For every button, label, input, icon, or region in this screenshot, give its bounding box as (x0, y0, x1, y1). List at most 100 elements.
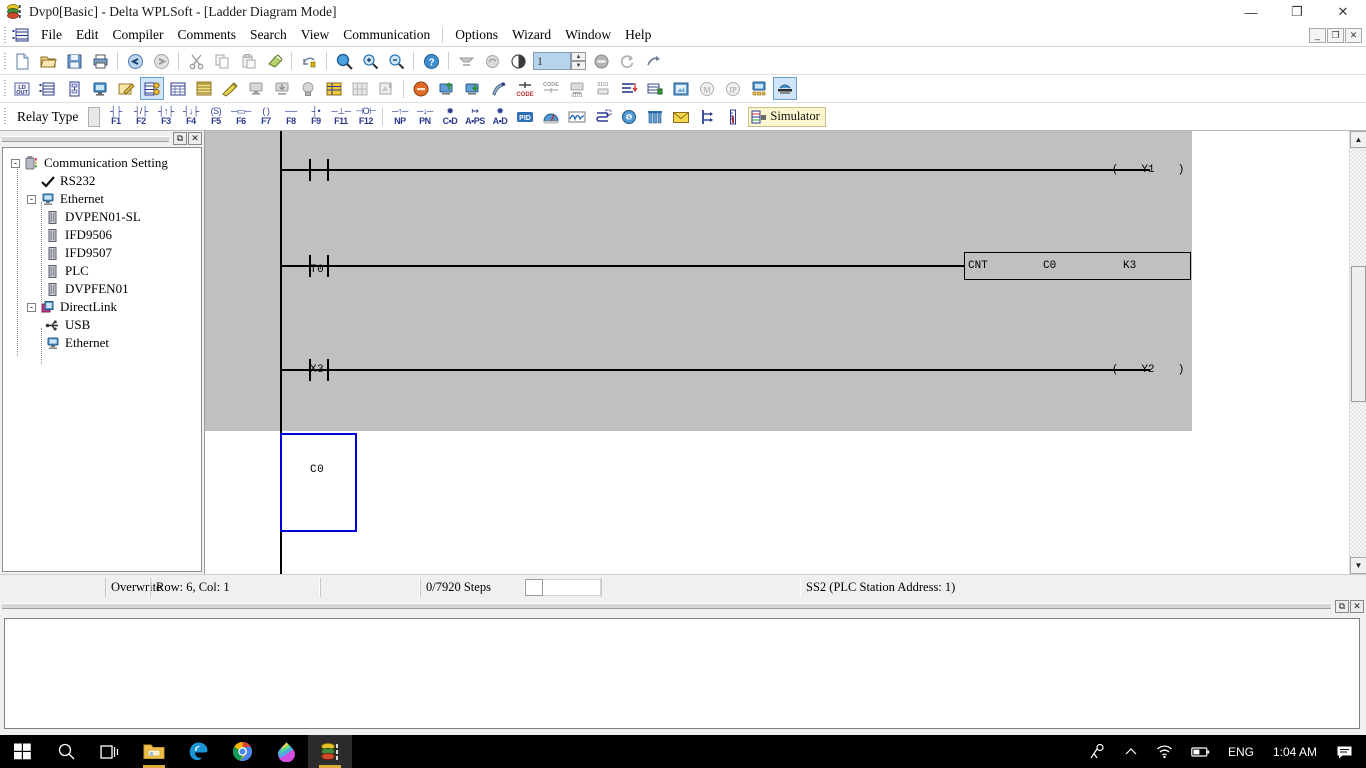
thermometer-icon[interactable] (721, 105, 745, 128)
menu-file[interactable]: File (34, 25, 69, 45)
menu-comments[interactable]: Comments (171, 25, 244, 45)
fkey-f2-nc-contact[interactable]: ┤/├ F2 (129, 105, 152, 129)
io-config-icon[interactable]: 0101 (591, 77, 615, 100)
plc-download-icon[interactable] (270, 77, 294, 100)
menu-drag-grip[interactable] (2, 27, 9, 44)
satellite-icon[interactable] (487, 77, 511, 100)
cut-icon[interactable] (184, 50, 208, 73)
stop-plc-icon[interactable] (435, 77, 459, 100)
tree-node-plc[interactable]: PLC (11, 262, 201, 280)
fkey-f3-rising-edge[interactable]: ┤↑├ F3 (154, 105, 177, 129)
code-compare-icon[interactable]: CODE (539, 77, 563, 100)
ip-setting-icon[interactable]: IP (721, 77, 745, 100)
wplsoft-button[interactable] (308, 735, 352, 768)
left-panel-close-button[interactable]: ✕ (188, 132, 202, 145)
toolbar1-drag-grip[interactable] (2, 53, 9, 70)
sequence-icon[interactable] (591, 105, 615, 128)
tree-expander-icon[interactable]: - (11, 159, 20, 168)
interrupt-icon[interactable] (695, 105, 719, 128)
paste-icon[interactable] (236, 50, 260, 73)
tree-node-dvpfen01[interactable]: DVPFEN01 (11, 280, 201, 298)
fkey-f7-output-coil[interactable]: ( ) F7 (254, 105, 277, 129)
menu-edit[interactable]: Edit (69, 25, 106, 45)
undo-icon[interactable] (123, 50, 147, 73)
output-coil-y1[interactable]: ( Y1 ) (1110, 159, 1186, 181)
stop-record-icon[interactable] (589, 50, 613, 73)
redo-curve-icon[interactable] (641, 50, 665, 73)
language-indicator[interactable]: ENG (1219, 735, 1263, 768)
window-maximize-button[interactable]: ❐ (1274, 0, 1320, 24)
step-run-icon[interactable] (617, 77, 641, 100)
left-panel-drag-grip[interactable] (2, 136, 169, 142)
tree-node-directlink-ethernet[interactable]: Ethernet (11, 334, 201, 352)
fkey-f1-no-contact[interactable]: ┤├ F1 (104, 105, 127, 129)
instruction-list-icon[interactable] (36, 77, 60, 100)
op-pn-falling[interactable]: ─↓─ PN (413, 105, 436, 129)
simulator-button[interactable]: Simulator (748, 107, 825, 127)
image-monitor-icon[interactable] (669, 77, 693, 100)
left-panel-pin-button[interactable]: ⧉ (173, 132, 187, 145)
sfc-icon[interactable] (62, 77, 86, 100)
output-panel-content[interactable] (4, 618, 1360, 729)
menu-view[interactable]: View (294, 25, 336, 45)
zoom-level-input[interactable]: 1 (533, 52, 571, 70)
target-icon[interactable]: S (617, 105, 641, 128)
ladder-vertical-scrollbar[interactable]: ▲ ▼ (1349, 131, 1366, 574)
new-file-icon[interactable] (10, 50, 34, 73)
edge-button[interactable] (176, 735, 220, 768)
plc-transfer-icon[interactable] (244, 77, 268, 100)
op-aps[interactable]: ↦ A•PS (463, 105, 486, 129)
op-ad[interactable]: ✹ A•D (488, 105, 511, 129)
no-contact-x3[interactable] (306, 255, 332, 277)
mdi-restore-button[interactable]: ❐ (1327, 28, 1344, 43)
mdi-close-button[interactable]: ✕ (1345, 28, 1362, 43)
print-preview-icon[interactable] (374, 77, 398, 100)
scroll-down-button[interactable]: ▼ (1350, 557, 1366, 574)
fkey-f11-delete-line[interactable]: ─⊥─ F11 (329, 105, 352, 129)
refresh-icon[interactable] (615, 50, 639, 73)
device-comment-icon[interactable] (322, 77, 346, 100)
monitor-icon[interactable] (88, 77, 112, 100)
ladder-edit-cursor[interactable] (280, 433, 357, 532)
comm-setting-icon[interactable] (140, 77, 164, 100)
paint3d-button[interactable] (264, 735, 308, 768)
data-download-icon[interactable]: 0101 (565, 77, 589, 100)
register-table-icon[interactable] (192, 77, 216, 100)
redo-icon[interactable] (149, 50, 173, 73)
scroll-up-button[interactable]: ▲ (1350, 131, 1366, 148)
menu-options[interactable]: Options (448, 25, 505, 45)
window-close-button[interactable]: ✕ (1320, 0, 1366, 24)
code-write-icon[interactable]: CODE (513, 77, 537, 100)
ladder-collapse-icon[interactable] (454, 50, 478, 73)
run-plc-icon[interactable] (409, 77, 433, 100)
menu-window[interactable]: Window (558, 25, 618, 45)
menu-search[interactable]: Search (243, 25, 294, 45)
no-contact-c0[interactable] (306, 359, 332, 381)
eraser-icon[interactable] (262, 50, 286, 73)
upload-pc-icon[interactable] (773, 77, 797, 100)
fkey-f12-invert[interactable]: ⊣O⊢ F12 (354, 105, 377, 129)
tree-expander-icon[interactable]: - (27, 195, 36, 204)
pid-icon[interactable]: PID (513, 105, 537, 128)
relay-type-dropdown[interactable] (88, 107, 100, 127)
op-cd[interactable]: ✹ C•D (438, 105, 461, 129)
tree-node-ifd9507[interactable]: IFD9507 (11, 244, 201, 262)
gauge-icon[interactable] (539, 105, 563, 128)
zoom-icon[interactable] (332, 50, 356, 73)
network-pc-icon[interactable] (747, 77, 771, 100)
instruction-block-cnt[interactable]: CNT C0 K3 (964, 252, 1191, 280)
zoom-level-stepper[interactable]: 1 ▲ ▼ (533, 52, 586, 70)
scroll-thumb[interactable] (1351, 266, 1366, 402)
help-icon[interactable]: ? (419, 50, 443, 73)
fkey-f5-set-coil[interactable]: (S) F5 (204, 105, 227, 129)
save-icon[interactable] (62, 50, 86, 73)
communication-tree[interactable]: - Communication Setting (2, 147, 202, 572)
file-explorer-button[interactable] (132, 735, 176, 768)
tree-node-usb[interactable]: USB (11, 316, 201, 334)
contrast-icon[interactable] (506, 50, 530, 73)
tree-node-ethernet[interactable]: - Ethernet (11, 190, 201, 208)
menu-help[interactable]: Help (618, 25, 658, 45)
tree-expander-icon[interactable]: - (27, 303, 36, 312)
highlight-pen-icon[interactable] (218, 77, 242, 100)
search-button[interactable] (44, 735, 88, 768)
